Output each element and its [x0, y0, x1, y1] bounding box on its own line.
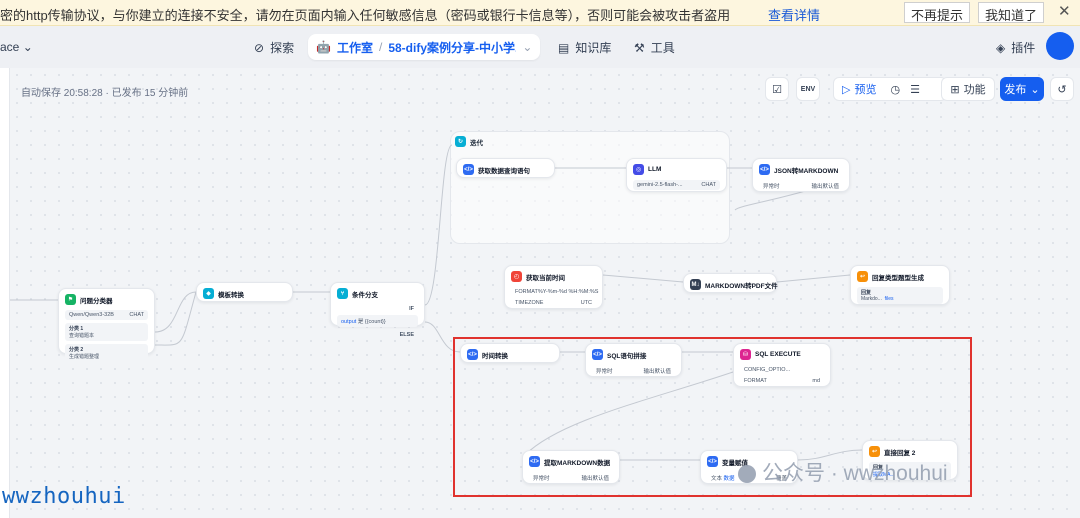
- watermark-left: wwzhouhui: [2, 484, 126, 509]
- format-row: FORMAT %Y-%m-%d %H:%M:%S: [511, 287, 599, 297]
- reply-icon: ↩: [857, 271, 868, 282]
- code-icon: </>: [759, 164, 770, 175]
- model-tag: CHAT: [701, 182, 716, 188]
- node-title: 回复类型题型生成: [872, 274, 924, 282]
- exception-value: 输出默认值: [811, 184, 839, 190]
- model-tag: CHAT: [129, 312, 144, 318]
- template-icon: ◆: [203, 288, 214, 299]
- node-title: MARKDOWN转PDF文件: [705, 282, 778, 290]
- class-1: 分类 1 查询错题本: [65, 323, 148, 341]
- timezone-value: UTC: [580, 300, 592, 306]
- node-template-transform[interactable]: ◆ 模板转换: [196, 282, 293, 302]
- cond-var: output: [341, 319, 357, 325]
- class-text: 查询错题本: [69, 333, 95, 339]
- node-title: LLM: [648, 166, 662, 173]
- cond-val: {{count}}: [364, 319, 386, 325]
- reply-var-1: Markdo...: [861, 296, 882, 302]
- node-title: 获取当前时间: [526, 274, 565, 282]
- format-label: FORMAT: [515, 289, 538, 295]
- model-row: Qwen/Qwen3-32B CHAT: [65, 310, 148, 320]
- model-name: gemini-2.5-flash-...: [637, 182, 683, 188]
- node-json-to-markdown[interactable]: </> JSON转MARKDOWN 异常时 输出默认值: [752, 158, 850, 192]
- if-label: IF: [409, 306, 414, 312]
- reply-box: 回复 Markdo... files: [857, 287, 943, 304]
- code-icon: </>: [463, 164, 474, 175]
- iteration-title: 迭代: [470, 139, 483, 147]
- else-label-row: ELSE: [337, 330, 418, 340]
- node-if-else[interactable]: ⑂ 条件分支 IF output 是 {{count}} ELSE: [330, 282, 425, 338]
- node-title: JSON转MARKDOWN: [774, 167, 839, 175]
- node-markdown-to-pdf[interactable]: M↓ MARKDOWN转PDF文件: [683, 273, 778, 293]
- format-value: %Y-%m-%d %H:%M:%S: [537, 289, 599, 295]
- node-question-classifier[interactable]: ⚑ 问题分类器 Qwen/Qwen3-32B CHAT 分类 1 查询错题本 分类 2…: [58, 288, 155, 362]
- node-title: 条件分支: [352, 291, 378, 299]
- cond-op: 是: [357, 319, 364, 325]
- node-title: 模板转换: [218, 291, 244, 299]
- reply-var-2: files: [884, 296, 894, 302]
- node-answer-1[interactable]: ↩ 回复类型题型生成 回复 Markdo... files: [850, 265, 950, 305]
- markdown-icon: M↓: [690, 279, 701, 290]
- watermark-right-text: 公众号 · wwzhouhui: [762, 462, 948, 485]
- class-label: 分类 2: [69, 347, 84, 353]
- node-title: 问题分类器: [80, 297, 113, 305]
- model-row: gemini-2.5-flash-... CHAT: [633, 180, 720, 190]
- clock-icon: ◴: [511, 271, 522, 282]
- else-label: ELSE: [399, 332, 414, 338]
- class-label: 分类 1: [69, 326, 84, 332]
- watermark-right: 公众号 · wwzhouhui: [738, 457, 948, 487]
- node-get-current-time[interactable]: ◴ 获取当前时间 FORMAT %Y-%m-%d %H:%M:%S TIMEZONE…: [504, 265, 603, 309]
- condition-row: output 是 {{count}}: [337, 315, 418, 327]
- timezone-row: TIMEZONE UTC: [511, 298, 596, 308]
- timezone-label: TIMEZONE: [515, 300, 544, 306]
- class-text: 生成错题整理: [69, 354, 100, 360]
- class-2: 分类 2 生成错题整理: [65, 344, 148, 362]
- exception-row: 异常时 输出默认值: [759, 180, 843, 192]
- if-label-row: IF: [337, 304, 418, 314]
- node-title: 获取数据查询语句: [478, 167, 530, 175]
- llm-icon: ◎: [633, 164, 644, 175]
- node-llm[interactable]: ◎ LLM gemini-2.5-flash-... CHAT: [626, 158, 727, 192]
- reply-label: 回复: [861, 290, 872, 296]
- iteration-header: ↻ 迭代: [455, 136, 483, 147]
- loop-icon: ↻: [455, 136, 466, 147]
- wechat-icon: [738, 465, 756, 484]
- exception-label: 异常时: [763, 184, 780, 190]
- model-name: Qwen/Qwen3-32B: [69, 312, 114, 318]
- node-get-query[interactable]: </> 获取数据查询语句: [456, 158, 555, 178]
- branch-icon: ⑂: [337, 288, 348, 299]
- classifier-icon: ⚑: [65, 294, 76, 305]
